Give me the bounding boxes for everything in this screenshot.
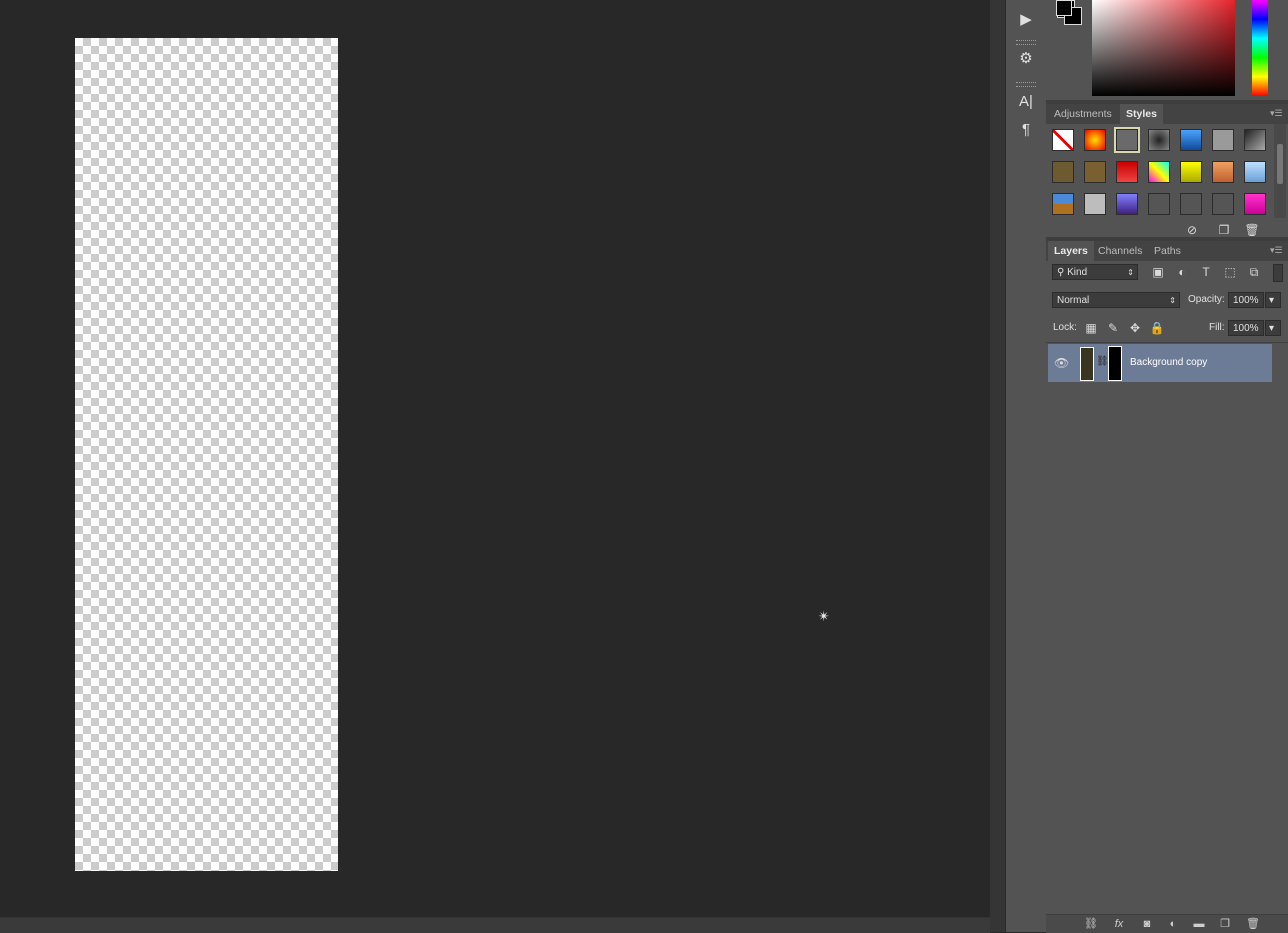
layer-mask-thumbnail[interactable] xyxy=(1108,346,1122,381)
styles-footer: ⊘ ❐ 🗑 xyxy=(1046,222,1288,238)
right-panels: Adjustments Styles ▾☰ ⊘ ❐ 🗑 Layers Chann… xyxy=(1046,0,1288,933)
panel-dock-strip: ▶ ⚙ A| ¶ xyxy=(1005,0,1047,932)
dock-grip[interactable] xyxy=(1016,82,1036,87)
lock-image-pixels-icon[interactable]: ✎ xyxy=(1105,320,1121,336)
new-group-icon[interactable]: ▬ xyxy=(1192,918,1206,930)
chain-link-icon[interactable]: ⛓ xyxy=(1096,356,1109,370)
styles-grid xyxy=(1046,124,1274,220)
trash-icon[interactable]: 🗑 xyxy=(1244,222,1260,238)
style-preset-swatch[interactable] xyxy=(1244,129,1266,151)
blend-mode-dropdown[interactable]: Normal ⇕ xyxy=(1052,292,1180,308)
eye-visibility-icon[interactable]: 👁 xyxy=(1054,356,1070,370)
foreground-color-swatch-front[interactable] xyxy=(1056,0,1072,16)
styles-scrollbar[interactable] xyxy=(1274,124,1286,218)
opacity-label: Opacity: xyxy=(1188,294,1225,305)
style-preset-swatch[interactable] xyxy=(1244,193,1266,215)
pixel-filter-icon[interactable]: ▣ xyxy=(1150,264,1166,280)
vertical-scrollbar[interactable] xyxy=(990,0,1005,932)
lock-label: Lock: xyxy=(1053,322,1077,333)
style-preset-swatch[interactable] xyxy=(1180,193,1202,215)
paragraph-panel-icon[interactable]: ¶ xyxy=(1014,119,1038,141)
style-preset-swatch[interactable] xyxy=(1148,193,1170,215)
color-field[interactable] xyxy=(1092,0,1235,96)
opacity-dropdown-button[interactable]: ▾ xyxy=(1265,292,1281,308)
layer-row[interactable]: 👁 ⛓ Background copy xyxy=(1048,344,1272,382)
layers-list xyxy=(1046,342,1288,913)
fill-input[interactable]: 100% xyxy=(1228,320,1264,336)
tab-paths[interactable]: Paths xyxy=(1148,241,1187,261)
style-preset-swatch[interactable] xyxy=(1084,129,1106,151)
type-filter-icon[interactable]: T xyxy=(1198,264,1214,280)
adjustment-filter-icon[interactable]: ◐ xyxy=(1174,264,1190,280)
style-preset-swatch[interactable] xyxy=(1084,193,1106,215)
document-canvas-transparent[interactable] xyxy=(75,38,338,871)
shape-filter-icon[interactable]: ⬚ xyxy=(1222,264,1238,280)
styles-tabbar: Adjustments Styles ▾☰ xyxy=(1046,104,1288,124)
clear-style-icon[interactable]: ⊘ xyxy=(1184,222,1200,238)
style-preset-swatch[interactable] xyxy=(1148,161,1170,183)
style-preset-swatch[interactable] xyxy=(1244,161,1266,183)
character-panel-icon[interactable]: A| xyxy=(1014,91,1038,113)
hue-slider[interactable] xyxy=(1252,0,1268,96)
smart-object-filter-icon[interactable]: ⧉ xyxy=(1246,264,1262,280)
fill-label: Fill: xyxy=(1209,322,1225,333)
style-preset-swatch[interactable] xyxy=(1114,127,1140,153)
style-preset-swatch[interactable] xyxy=(1212,161,1234,183)
blend-mode-label: Normal xyxy=(1057,295,1090,306)
layer-thumbnail[interactable] xyxy=(1080,347,1094,381)
filter-kind-label: Kind xyxy=(1067,267,1088,278)
adjustment-layer-icon[interactable]: ◐ xyxy=(1166,918,1180,930)
style-preset-swatch[interactable] xyxy=(1212,193,1234,215)
style-preset-swatch[interactable] xyxy=(1212,129,1234,151)
chevron-updown-icon: ⇕ xyxy=(1169,296,1176,305)
style-preset-swatch[interactable] xyxy=(1180,161,1202,183)
style-preset-swatch[interactable] xyxy=(1052,129,1074,151)
style-preset-swatch[interactable] xyxy=(1084,161,1106,183)
style-preset-swatch[interactable] xyxy=(1052,161,1074,183)
lock-all-icon[interactable]: 🔒 xyxy=(1149,320,1165,336)
fill-dropdown-button[interactable]: ▾ xyxy=(1265,320,1281,336)
delete-layer-icon[interactable]: 🗑 xyxy=(1246,918,1260,930)
new-layer-icon[interactable]: ❐ xyxy=(1218,918,1232,930)
panel-menu-icon[interactable]: ▾☰ xyxy=(1270,108,1283,118)
layers-tabbar: Layers Channels Paths ▾☰ xyxy=(1046,241,1288,261)
horizontal-scrollbar[interactable] xyxy=(0,917,990,933)
tab-styles[interactable]: Styles xyxy=(1120,104,1163,124)
lock-position-icon[interactable]: ✥ xyxy=(1127,320,1143,336)
style-preset-swatch[interactable] xyxy=(1116,193,1138,215)
filter-kind-dropdown[interactable]: ⚲ Kind ⇕ xyxy=(1052,264,1138,280)
add-mask-icon[interactable]: ◙ xyxy=(1140,918,1154,930)
tab-adjustments[interactable]: Adjustments xyxy=(1048,104,1118,124)
filter-toggle[interactable] xyxy=(1273,264,1283,282)
chevron-updown-icon: ⇕ xyxy=(1127,268,1134,277)
new-style-icon[interactable]: ❐ xyxy=(1216,222,1232,238)
opacity-input[interactable]: 100% xyxy=(1228,292,1264,308)
panel-menu-icon[interactable]: ▾☰ xyxy=(1270,245,1283,255)
lock-transparent-pixels-icon[interactable]: ▦ xyxy=(1083,320,1099,336)
tab-channels[interactable]: Channels xyxy=(1092,241,1148,261)
search-icon: ⚲ xyxy=(1057,267,1068,278)
style-preset-swatch[interactable] xyxy=(1052,193,1074,215)
play-icon[interactable]: ▶ xyxy=(1014,9,1038,31)
magic-wand-cursor-icon: ✴ xyxy=(818,608,830,624)
style-preset-swatch[interactable] xyxy=(1148,129,1170,151)
style-preset-swatch[interactable] xyxy=(1116,161,1138,183)
clone-source-icon[interactable]: ⚙ xyxy=(1014,48,1038,70)
layer-name[interactable]: Background copy xyxy=(1130,357,1207,368)
style-preset-swatch[interactable] xyxy=(1180,129,1202,151)
add-layer-style-icon[interactable]: fx xyxy=(1112,918,1126,930)
dock-grip[interactable] xyxy=(1016,40,1036,45)
tab-layers[interactable]: Layers xyxy=(1048,241,1094,261)
link-layers-icon[interactable]: ⛓ xyxy=(1084,918,1098,930)
